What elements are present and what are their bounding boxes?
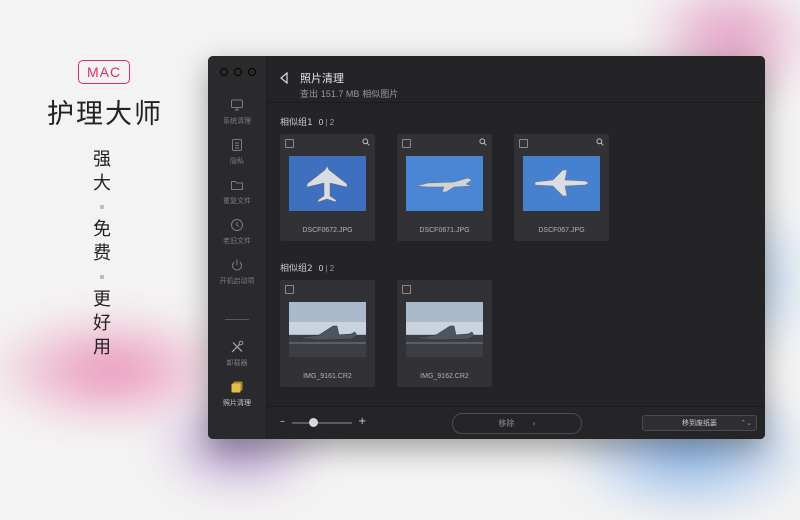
group-count: 0 | 2 [318,264,335,273]
photo-filename: DSCF0672.JPG [302,227,353,234]
trash-select-label: 移到废纸篓 [682,419,717,427]
sidebar-item-label: 重复文件 [223,197,251,205]
group-total-count: 2 [329,264,335,273]
photo-thumbnail [406,156,483,211]
sidebar: 系统清理 隐私 重复文件 老旧文件 开机启动项 卸载器 照片清理 [208,56,267,439]
sidebar-item-startup-items[interactable]: 开机启动项 [208,258,266,286]
chevron-right-icon: › [532,419,536,428]
tagline: 强 大 免 费 更 好 用 [88,148,116,360]
slider-track[interactable] [292,422,352,424]
tagline-char: 强 [93,149,111,170]
remove-button-label: 移除 [498,419,515,428]
sidebar-item-label: 系统清理 [223,117,251,125]
photo-thumbnail [289,302,366,357]
photo-card[interactable]: IMG_9162.CR2 [397,280,492,387]
group-total-count: 2 [329,118,335,127]
photo-filename: IMG_9162.CR2 [420,373,469,380]
group-name: 相似组1 [280,118,313,128]
group-label: 相似组1 0 | 2 [280,115,334,128]
group-count: 0 | 2 [318,118,335,127]
tagline-char: 大 [93,173,111,194]
found-size: 151.7 MB [320,89,360,99]
sidebar-item-system-clean[interactable]: 系统清理 [208,98,266,126]
photo-filename: DSCF067.JPG [538,227,585,234]
remove-button[interactable]: 移除 › [452,413,582,434]
updown-arrows-icon: ⌃⌄ [740,419,752,427]
photo-thumbnail [406,302,483,357]
magnify-icon[interactable] [362,138,370,146]
photo-thumbnail [289,156,366,211]
subtitle-suffix: 相似图片 [362,90,399,100]
tagline-char: 用 [93,337,111,358]
photo-filename: IMG_9161.CR2 [303,373,352,380]
monitor-icon [231,99,243,111]
group-selected-count: 0 [318,264,324,273]
close-window-button[interactable] [220,68,228,76]
thumbnail-size-slider[interactable]: – + [280,416,366,428]
sidebar-item-duplicate-files[interactable]: 重复文件 [208,178,266,206]
tagline-dot [100,205,104,209]
tagline-char: 更 [93,289,111,310]
photo-checkbox[interactable] [402,139,411,148]
page-title: 照片清理 [300,72,344,85]
sidebar-item-label: 隐私 [230,157,244,165]
sidebar-item-old-files[interactable]: 老旧文件 [208,218,266,246]
back-icon[interactable] [279,72,289,84]
privacy-icon [232,139,242,151]
group-selected-count: 0 [318,118,324,127]
app-window: 系统清理 隐私 重复文件 老旧文件 开机启动项 卸载器 照片清理 照片清理 查出… [208,56,765,439]
tagline-char: 免 [93,219,111,240]
zoom-in-button[interactable]: + [358,416,366,427]
photo-checkbox[interactable] [285,139,294,148]
clock-icon [231,219,243,231]
page-subtitle: 查出 151.7 MB 相似图片 [300,87,398,100]
tagline-dot [100,275,104,279]
photo-checkbox[interactable] [519,139,528,148]
mac-badge: MAC [78,60,130,84]
photos-icon [231,381,243,393]
group-label: 相似组2 0 | 2 [280,261,334,274]
photo-card[interactable]: DSCF0672.JPG [280,134,375,241]
sidebar-item-label: 卸载器 [226,359,248,367]
group-name: 相似组2 [280,264,313,274]
folder-icon [231,181,243,190]
window-controls [220,68,256,76]
sidebar-divider [225,319,249,320]
power-icon [232,259,242,271]
tagline-char: 费 [93,243,111,264]
header: 照片清理 查出 151.7 MB 相似图片 [267,56,765,103]
footer-bar: – + 移除 › 移到废纸篓 ⌃⌄ [267,406,765,439]
sidebar-item-photo-clean[interactable]: 照片清理 [208,380,266,408]
slider-knob[interactable] [308,418,318,427]
photo-checkbox[interactable] [402,285,411,294]
sidebar-item-uninstaller[interactable]: 卸载器 [208,340,266,368]
sidebar-item-label: 照片清理 [223,399,251,407]
app-name-heading: 护理大师 [47,99,163,130]
subtitle-prefix: 查出 [300,90,319,100]
magnify-icon[interactable] [479,138,487,146]
sidebar-item-label: 老旧文件 [223,237,251,245]
main-panel: 照片清理 查出 151.7 MB 相似图片 相似组1 0 | 2 DSCF0672… [267,56,765,439]
zoom-out-button[interactable]: – [280,416,285,427]
sidebar-item-label: 开机启动项 [219,277,255,285]
photo-filename: DSCF0671.JPG [419,227,470,234]
photo-card[interactable]: IMG_9161.CR2 [280,280,375,387]
photo-card[interactable]: DSCF0671.JPG [397,134,492,241]
zoom-window-button[interactable] [248,68,256,76]
photo-thumbnail [523,156,600,211]
move-to-trash-select[interactable]: 移到废纸篓 ⌃⌄ [642,415,757,431]
photo-card[interactable]: DSCF067.JPG [514,134,609,241]
magnify-icon[interactable] [596,138,604,146]
tagline-char: 好 [93,313,111,334]
photo-checkbox[interactable] [285,285,294,294]
tools-icon [231,340,244,353]
sidebar-item-privacy[interactable]: 隐私 [208,138,266,166]
minimize-window-button[interactable] [234,68,242,76]
